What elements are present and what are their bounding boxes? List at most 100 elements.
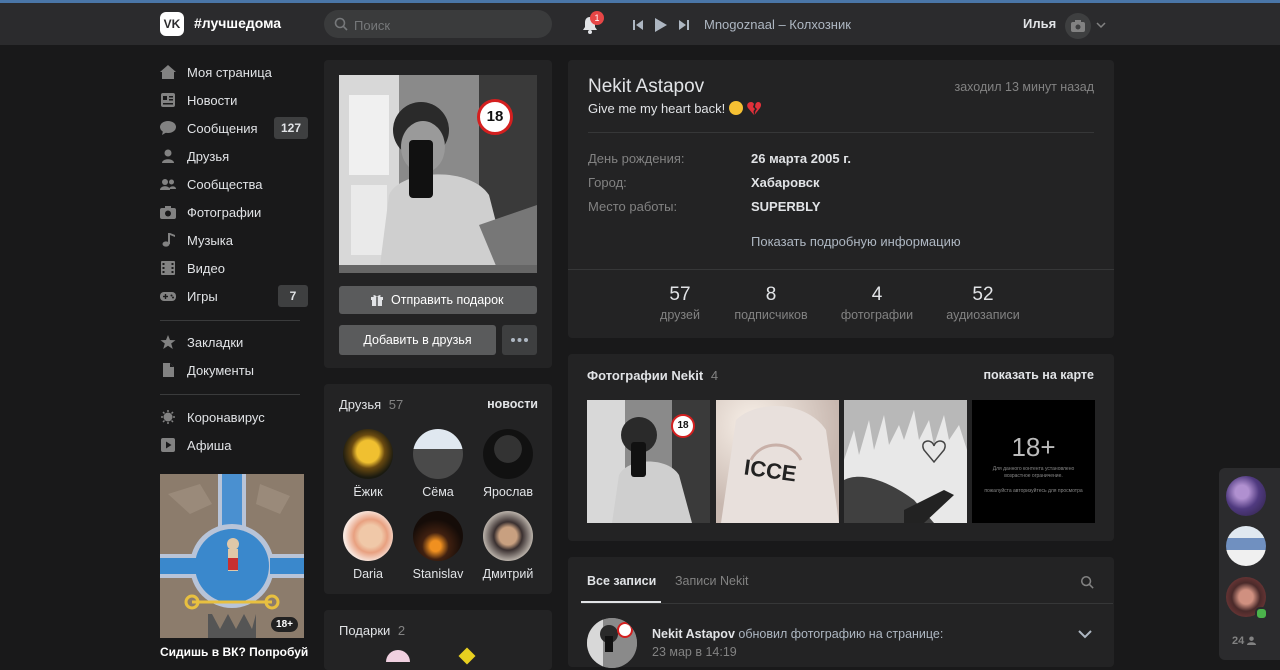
wall-card: Все записи Записи Nekit Nekit Astapov об… [568,557,1114,668]
online-indicator [1255,607,1268,620]
chat-contact-avatar[interactable] [1226,526,1266,566]
stat-audio[interactable]: 52 аудиозаписи [938,284,1028,322]
friend-name: Stanislav [412,567,464,581]
search-icon[interactable] [1080,575,1094,589]
gift-item[interactable] [458,647,476,665]
search-input[interactable] [352,14,546,36]
chevron-down-icon[interactable] [1078,629,1092,639]
nav-item-video[interactable]: Видео [160,254,308,282]
user-name[interactable]: Илья [1023,16,1056,31]
profile-photo[interactable]: 18 [339,75,537,273]
nav-label: Моя страница [187,65,272,80]
next-track-icon[interactable] [676,17,692,33]
nav-item-music[interactable]: Музыка [160,226,308,254]
age-18-sticker: 18 [671,414,695,438]
friend-item[interactable]: Daria [333,511,403,581]
tab-owner-posts[interactable]: Записи Nekit [675,574,748,588]
friend-avatar [413,429,463,479]
show-on-map-link[interactable]: показать на карте [983,368,1094,382]
photo-thumbnail[interactable]: 18 [587,400,710,523]
nav-item-communities[interactable]: Сообщества [160,170,308,198]
person-icon [162,149,174,163]
stat-number: 57 [669,284,691,305]
avatar-card: 18 Отправить подарок Добавить в друзья [324,60,552,368]
send-gift-button[interactable]: Отправить подарок [339,286,537,314]
nav-item-documents[interactable]: Документы [160,356,308,384]
post-date[interactable]: 23 мар в 14:19 [652,645,737,659]
nav-item-afisha[interactable]: Афиша [160,431,308,459]
gifts-title: Подарки [339,623,391,638]
nav-item-games[interactable]: Игры 7 [160,282,308,310]
current-track[interactable]: Mnogoznaal – Колхозник [704,17,851,32]
gifts-count: 2 [397,623,406,638]
friends-header[interactable]: Друзья 57 [339,397,403,412]
news-icon [161,93,175,107]
friends-title: Друзья [339,397,382,412]
nav-item-coronavirus[interactable]: Коронавирус [160,403,308,431]
nav-label: Сообщества [187,177,263,192]
friends-card: Друзья 57 новости Ёжик Сёма Ярослав Dari… [324,384,552,594]
previous-track-icon[interactable] [630,17,646,33]
birthday-value[interactable]: 26 марта 2005 г. [751,151,851,166]
friends-news-link[interactable]: новости [487,397,538,411]
friend-item[interactable]: Дмитрий [473,511,543,581]
search-box[interactable] [324,10,552,38]
photo-thumbnail-restricted[interactable]: 18+ Для данного контента установлено воз… [972,400,1095,523]
chat-online-count[interactable]: 24 [1232,635,1257,647]
gift-item[interactable] [386,650,410,662]
gifts-card: Подарки 2 [324,610,552,670]
status-text: Give me my heart back! [588,101,726,116]
friend-item[interactable]: Ёжик [333,429,403,499]
top-header: VK #лучшедома 1 Mnogoznaal – Колхозник И… [0,3,1280,45]
post-author-avatar[interactable] [587,618,637,668]
nav-label: Закладки [187,335,244,350]
messages-count-badge: 127 [273,117,308,139]
friend-avatar [343,429,393,479]
ad-image[interactable]: 18+ [160,474,304,638]
birthday-label: День рождения: [588,151,685,166]
photo-image [844,400,967,523]
nav-item-my-page[interactable]: Моя страница [160,58,308,86]
photo-thumbnail[interactable] [844,400,967,523]
friends-count: 57 [388,397,404,412]
friend-item[interactable]: Сёма [403,429,473,499]
tab-all-posts[interactable]: Все записи [587,574,656,588]
vk-logo[interactable]: VK [160,12,184,36]
city-value[interactable]: Хабаровск [751,175,819,190]
photo-thumbnail[interactable]: ICCE [716,400,839,523]
nav-item-bookmarks[interactable]: Закладки [160,328,308,356]
friend-avatar [413,511,463,561]
home-icon [160,65,176,79]
stat-number: 8 [765,284,777,305]
stat-number: 4 [871,284,883,305]
ad-title[interactable]: Сидишь в ВК? Попробуй [160,645,308,659]
hashtag-link[interactable]: #лучшедома [194,15,281,31]
photos-title: Фотографии Nekit [587,368,704,383]
nav-item-photos[interactable]: Фотографии [160,198,308,226]
play-icon[interactable] [652,17,668,33]
add-friend-button[interactable]: Добавить в друзья [339,325,496,355]
chat-icon [160,121,176,135]
nav-item-friends[interactable]: Друзья [160,142,308,170]
chevron-down-icon[interactable] [1096,20,1106,30]
nav-item-news[interactable]: Новости [160,86,308,114]
profile-name: Nekit Astapov [588,76,705,97]
star-icon [160,335,176,349]
stat-friends[interactable]: 57 друзей [635,284,725,322]
photos-header[interactable]: Фотографии Nekit 4 [587,368,718,383]
nav-item-messages[interactable]: Сообщения 127 [160,114,308,142]
chat-contact-avatar[interactable] [1226,476,1266,516]
more-actions-button[interactable] [502,325,537,355]
stat-followers[interactable]: 8 подписчиков [726,284,816,322]
notification-badge: 1 [590,11,604,25]
gifts-header[interactable]: Подарки 2 [339,623,405,638]
stat-photos[interactable]: 4 фотографии [832,284,922,322]
post-author-name[interactable]: Nekit Astapov [652,627,735,641]
profile-status[interactable]: Give me my heart back! [588,101,761,116]
friend-item[interactable]: Ярослав [473,429,543,499]
friend-item[interactable]: Stanislav [403,511,473,581]
show-more-info-link[interactable]: Показать подробную информацию [751,234,961,249]
stat-label: аудиозаписи [946,308,1020,322]
work-value[interactable]: SUPERBLY [751,199,821,214]
user-avatar[interactable] [1065,13,1091,39]
